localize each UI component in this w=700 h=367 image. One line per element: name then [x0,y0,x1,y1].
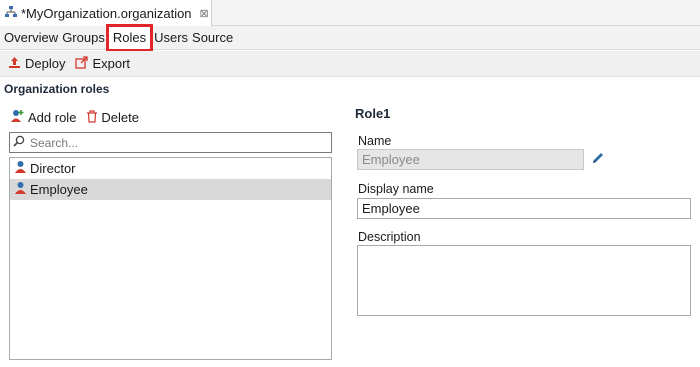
list-item[interactable]: Employee [10,179,331,200]
tab-overview[interactable]: Overview [0,26,60,50]
tab-source[interactable]: Source [190,26,235,50]
deploy-label: Deploy [25,56,66,71]
role-name: Employee [30,182,88,197]
editor-tab-bar: *MyOrganization.organization ⊠ [0,0,700,26]
role-name: Director [30,161,76,176]
description-label: Description [358,230,421,244]
export-label: Export [92,56,131,71]
page-tabs: Overview Groups Roles Users Source [0,23,700,52]
deploy-icon [8,56,25,72]
close-icon[interactable]: ⊠ [200,7,209,20]
display-name-label: Display name [358,182,434,196]
editor-tab-title: *MyOrganization.organization [21,5,192,21]
delete-icon [86,109,101,126]
delete-label: Delete [101,110,139,125]
detail-title: Role1 [355,106,391,121]
add-role-icon [10,109,28,126]
add-role-label: Add role [28,110,77,125]
section-title: Organization roles [4,82,110,96]
role-icon [14,160,30,177]
role-list: Director Employee [9,157,332,360]
tab-users[interactable]: Users [152,26,190,50]
name-label: Name [358,134,392,148]
search-box [9,132,332,153]
tab-roles[interactable]: Roles [105,23,154,52]
pencil-icon[interactable] [591,151,605,168]
export-button[interactable]: Export [75,55,131,72]
export-icon [75,55,92,72]
list-item[interactable]: Director [10,158,331,179]
role-icon [14,181,30,198]
tab-groups[interactable]: Groups [60,26,107,50]
toolbar: Deploy Export [0,51,700,77]
search-input[interactable] [28,134,318,151]
deploy-button[interactable]: Deploy [8,56,65,72]
delete-button[interactable]: Delete [86,109,139,126]
name-field: Employee [357,149,584,170]
search-icon [13,135,25,150]
role-actions: Add role Delete [10,109,149,126]
editor-tab[interactable]: *MyOrganization.organization ⊠ [0,0,212,26]
description-field[interactable] [357,245,691,316]
org-icon [4,5,18,22]
display-name-field[interactable]: Employee [357,198,691,219]
add-role-button[interactable]: Add role [10,109,76,126]
